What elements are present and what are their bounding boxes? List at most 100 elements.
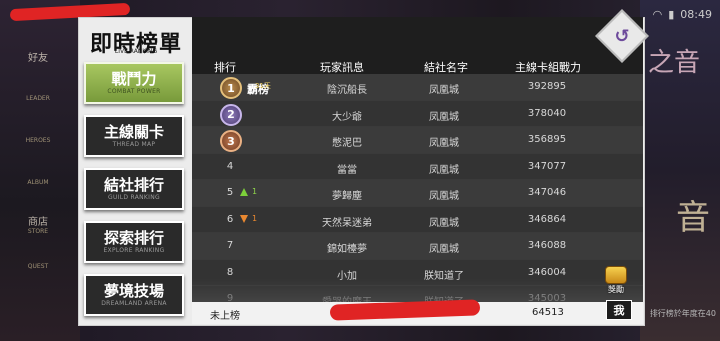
nav-item-heroes[interactable]: HEROES — [0, 119, 76, 161]
notice-text: 排行榜於年度在40 — [649, 309, 716, 318]
rank-down-arrow-icon — [240, 214, 248, 223]
reward-button[interactable]: 獎勵 — [601, 266, 631, 296]
table-row[interactable]: 2 大少爺 凤凰城 378040 — [192, 100, 643, 127]
gold-medal-icon: 1 — [220, 77, 242, 99]
combat-power: 346088 — [527, 240, 567, 251]
player-name: 小加 — [337, 270, 357, 282]
clock: 08:49 — [680, 8, 712, 21]
back-arrow-icon[interactable]: ↺ — [603, 17, 641, 55]
tab-label: 夢境技場 — [103, 282, 164, 300]
rank-number: 7 — [226, 240, 234, 251]
tab-subtitle: GUILD RANKING — [108, 194, 160, 201]
bronze-medal-icon: 3 — [220, 130, 242, 152]
player-name: 憋泥巴 — [332, 138, 362, 149]
combat-power: 346004 — [527, 266, 567, 278]
nav-item-quest[interactable]: QUEST — [0, 245, 76, 287]
tab-thread-map[interactable]: 主線關卡 THREAD MAP — [84, 115, 184, 157]
combat-power: 347077 — [527, 160, 567, 172]
my-rank: 未上榜 — [210, 311, 240, 322]
tab-label: 主線關卡 — [103, 123, 164, 141]
header-power: 主線卡組戰力 — [515, 61, 581, 74]
table-header: 排行 玩家訊息 結社名字 主線卡組戰力 — [192, 57, 643, 74]
nav-item-friends[interactable]: 好友 — [0, 35, 76, 77]
rank-up-arrow-icon — [240, 188, 248, 196]
rank-number: 2 — [227, 108, 235, 121]
reward-label: 獎勵 — [608, 285, 624, 294]
tab-subtitle: DREAMLAND ARENA — [101, 300, 167, 307]
nav-sub: LEADER — [26, 94, 50, 102]
table-row[interactable]: 8 小加 朕知道了 346004 — [192, 259, 643, 286]
nav-item-album[interactable]: ALBUM — [0, 161, 76, 203]
rank-number: 3 — [227, 134, 235, 148]
guild-name: 凤凰城 — [429, 138, 459, 149]
rank-change: 1 — [252, 187, 258, 196]
rank-number: 8 — [226, 266, 234, 278]
table-row[interactable]: 5 1 夢歸塵 凤凰城 347046 — [192, 180, 643, 207]
rank-number: 1 — [227, 81, 235, 95]
tab-dreamland-arena[interactable]: 夢境技場 DREAMLAND ARENA — [84, 274, 184, 316]
nav-label: 好友 — [28, 52, 48, 64]
nav-sub: STORE — [27, 228, 49, 235]
deco-text-top: 之音 — [647, 48, 700, 78]
silver-medal-icon: 2 — [220, 103, 242, 126]
guild-name: 凤凰城 — [429, 244, 459, 255]
guild-name: 凤凰城 — [429, 164, 459, 176]
player-name: 天然呆迷弟 — [322, 217, 372, 229]
tab-label: 探索排行 — [103, 229, 164, 247]
rank-number: 6 — [226, 213, 234, 225]
tab-subtitle: COMBAT POWER — [107, 88, 161, 95]
header-player: 玩家訊息 — [320, 61, 364, 74]
combat-power: 347046 — [527, 187, 567, 198]
tab-label: 結社排行 — [103, 176, 164, 194]
tab-combat-power[interactable]: 戰鬥力 COMBAT POWER — [84, 62, 184, 104]
guild-name: 凤凰城 — [429, 85, 459, 96]
player-name: 夢歸塵 — [332, 191, 362, 202]
player-name: 錦如檯夢 — [327, 244, 367, 255]
nav-label: 商店 — [28, 217, 48, 228]
combat-power: 378040 — [527, 107, 567, 119]
guild-name: 朕知道了 — [424, 270, 464, 282]
rank-number: 5 — [226, 187, 234, 198]
panel-subtitle: LIVE RANKING — [114, 48, 158, 55]
ranking-tabs: 戰鬥力 COMBAT POWER 主線關卡 THREAD MAP 結社排行 GU… — [84, 62, 184, 327]
rank-number: 4 — [226, 160, 234, 172]
tab-guild-ranking[interactable]: 結社排行 GUILD RANKING — [84, 168, 184, 210]
nav-item-leader[interactable]: LEADER — [0, 77, 76, 119]
combat-power: 392895 — [527, 81, 567, 92]
ranking-rows: 1 霸榜 31天 陰沉船長 凤凰城 392895 2 大少爺 凤凰城 37804… — [192, 74, 643, 311]
nav-sub: ALBUM — [27, 178, 49, 186]
table-row[interactable]: 7 錦如檯夢 凤凰城 346088 — [192, 233, 643, 260]
top-badge-days: 31天 — [255, 82, 271, 90]
left-nav: 好友 LEADER HEROES ALBUM 商店 STORE QUEST — [0, 35, 76, 287]
combat-power: 346864 — [527, 213, 567, 225]
player-name: 當當 — [337, 164, 357, 176]
rank-change: 1 — [252, 213, 258, 223]
tab-subtitle: THREAD MAP — [112, 141, 156, 148]
nav-item-store[interactable]: 商店 STORE — [0, 203, 76, 245]
nav-sub: HEROES — [25, 136, 51, 144]
treasure-chest-icon — [605, 266, 627, 284]
deco-text-bottom: 音 — [676, 198, 710, 238]
tab-subtitle: EXPLORE RANKING — [103, 247, 165, 254]
right-background-panel: 之音 音 排行榜於年度在40 — [640, 0, 720, 341]
player-name: 大少爺 — [332, 111, 362, 123]
my-power: 64513 — [532, 307, 564, 318]
header-guild: 結社名字 — [424, 61, 468, 74]
table-row[interactable]: 4 當當 凤凰城 347077 — [192, 153, 643, 180]
wifi-icon: ◠ — [652, 8, 663, 21]
guild-name: 凤凰城 — [429, 111, 459, 123]
table-row[interactable]: 6 1 天然呆迷弟 凤凰城 346864 — [192, 206, 643, 233]
tab-label: 戰鬥力 — [111, 70, 157, 88]
nav-sub: QUEST — [27, 262, 49, 270]
battery-icon: ▮ — [668, 8, 675, 21]
status-bar: ◠ ▮ 08:49 — [653, 8, 712, 21]
table-row[interactable]: 3 憋泥巴 凤凰城 356895 — [192, 127, 643, 154]
table-row[interactable]: 1 霸榜 31天 陰沉船長 凤凰城 392895 — [192, 74, 643, 101]
my-position-button[interactable]: 我 — [606, 300, 632, 320]
header-rank: 排行 — [214, 61, 236, 74]
guild-name: 凤凰城 — [429, 217, 459, 229]
player-name: 陰沉船長 — [327, 85, 367, 96]
guild-name: 凤凰城 — [429, 191, 459, 202]
tab-explore-ranking[interactable]: 探索排行 EXPLORE RANKING — [84, 221, 184, 263]
combat-power: 356895 — [527, 134, 567, 145]
